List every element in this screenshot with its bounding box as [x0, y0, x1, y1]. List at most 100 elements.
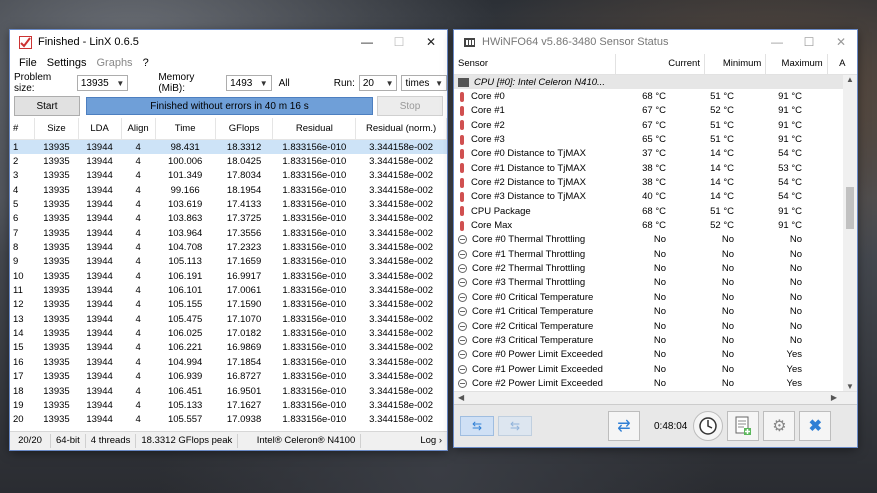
- stop-button[interactable]: Stop: [377, 96, 443, 116]
- col-header[interactable]: Residual (norm.): [355, 118, 447, 140]
- memory-all-label[interactable]: All: [279, 78, 290, 89]
- sensor-row[interactable]: Core #3 Critical Temperature No No No: [454, 333, 857, 347]
- table-row[interactable]: 10 13935 13944 4 106.191 16.9917 1.833156e-010…: [10, 269, 447, 283]
- table-row[interactable]: 13 13935 13944 4 105.475 17.1070 1.833156e-010…: [10, 312, 447, 326]
- sensor-row[interactable]: CPU Package 68 °C 51 °C 91 °C: [454, 204, 857, 218]
- table-row[interactable]: 18 13935 13944 4 106.451 16.9501 1.833156e-010…: [10, 384, 447, 398]
- col-header[interactable]: Residual: [272, 118, 357, 140]
- sensor-row[interactable]: Core #0 Power Limit Exceeded No No Yes: [454, 348, 857, 362]
- run-count-select[interactable]: 20 ▼: [358, 75, 398, 91]
- scrollbar-thumb[interactable]: [846, 187, 854, 229]
- sensor-row[interactable]: Core #1 Distance to TjMAX 38 °C 14 °C 53 °C: [454, 161, 857, 175]
- settings-gear-icon[interactable]: ⚙: [763, 411, 796, 441]
- table-row[interactable]: 11 13935 13944 4 106.101 17.0061 1.833156e-010…: [10, 283, 447, 297]
- sensor-row[interactable]: Core #1 Power Limit Exceeded No No Yes: [454, 362, 857, 376]
- table-row[interactable]: 5 13935 13944 4 103.619 17.4133 1.833156e-010 3…: [10, 197, 447, 211]
- network-sync-icon[interactable]: ⇄: [608, 411, 640, 441]
- table-row[interactable]: 20 13935 13944 4 105.557 17.0938 1.833156e-010…: [10, 413, 447, 427]
- sensor-row[interactable]: Core #2 Thermal Throttling No No No: [454, 261, 857, 275]
- minimize-button[interactable]: —: [761, 30, 793, 54]
- sensor-row[interactable]: Core #2 Power Limit Exceeded No No Yes: [454, 376, 857, 390]
- memory-select[interactable]: 1493 ▼: [226, 75, 272, 91]
- col-header[interactable]: Maximum: [766, 54, 828, 74]
- vertical-scrollbar[interactable]: ▲ ▼: [843, 75, 857, 391]
- close-button[interactable]: ✕: [825, 30, 857, 54]
- table-cell: 13935: [43, 184, 70, 196]
- col-header[interactable]: Size: [34, 118, 79, 140]
- maximize-button[interactable]: ☐: [383, 30, 415, 54]
- sensor-row[interactable]: Core #0 Distance to TjMAX 37 °C 14 °C 54 °C: [454, 147, 857, 161]
- col-header[interactable]: Align: [121, 118, 156, 140]
- col-header[interactable]: LDA: [78, 118, 122, 140]
- sensor-row[interactable]: Core #3 Distance to TjMAX 40 °C 14 °C 54 °C: [454, 190, 857, 204]
- menu-help[interactable]: ?: [138, 57, 154, 69]
- sensor-row[interactable]: Core #2 67 °C 51 °C 91 °C: [454, 118, 857, 132]
- table-row[interactable]: 19 13935 13944 4 105.133 17.1627 1.833156e-010…: [10, 398, 447, 412]
- run-count-value: 20: [362, 77, 374, 89]
- status-bitness: 64-bit: [51, 434, 86, 448]
- linx-titlebar: Finished - LinX 0.6.5 — ☐ ✕: [10, 30, 447, 54]
- sensor-row[interactable]: Core #0 Thermal Throttling No No No: [454, 233, 857, 247]
- sensor-row[interactable]: Core #1 67 °C 52 °C 91 °C: [454, 104, 857, 118]
- sensor-row[interactable]: Core #0 68 °C 51 °C 91 °C: [454, 89, 857, 103]
- col-header[interactable]: A: [828, 54, 857, 74]
- table-row[interactable]: 12 13935 13944 4 105.155 17.1590 1.833156e-010…: [10, 298, 447, 312]
- indicator-icon: [458, 378, 467, 388]
- scroll-up-icon[interactable]: ▲: [843, 75, 857, 84]
- sensor-maximum: No: [789, 248, 802, 260]
- table-row[interactable]: 2 13935 13944 4 100.006 18.0425 1.833156e-010 3…: [10, 154, 447, 168]
- table-row[interactable]: 4 13935 13944 4 99.166 18.1954 1.833156e-010 3.…: [10, 183, 447, 197]
- start-button[interactable]: Start: [14, 96, 80, 116]
- sensor-row[interactable]: Core #3 Thermal Throttling No No No: [454, 276, 857, 290]
- menu-file[interactable]: File: [14, 57, 42, 69]
- thermometer-icon: [460, 206, 464, 217]
- collapse-arrows-icon[interactable]: ⇆: [498, 416, 532, 436]
- scroll-down-icon[interactable]: ▼: [843, 382, 857, 391]
- table-row[interactable]: 1 13935 13944 4 98.431 18.3312 1.833156e-010 3.…: [10, 139, 447, 155]
- scroll-right-icon[interactable]: ▶: [831, 393, 837, 402]
- col-header[interactable]: Current: [613, 54, 705, 74]
- table-cell: 1.833156e-010: [282, 414, 347, 426]
- table-row[interactable]: 7 13935 13944 4 103.964 17.3556 1.833156e-010 3…: [10, 226, 447, 240]
- clock-icon[interactable]: [693, 411, 724, 441]
- table-row[interactable]: 9 13935 13944 4 105.113 17.1659 1.833156e-010 3…: [10, 255, 447, 269]
- col-header[interactable]: Minimum: [705, 54, 767, 74]
- menu-settings[interactable]: Settings: [42, 57, 92, 69]
- close-x-icon[interactable]: ✖: [799, 411, 832, 441]
- run-unit-select[interactable]: times ▼: [401, 75, 448, 91]
- problem-size-select[interactable]: 13935 ▼: [76, 75, 129, 91]
- table-row[interactable]: 16 13935 13944 4 104.994 17.1854 1.833156e-010…: [10, 355, 447, 369]
- sensor-row[interactable]: Core Max 68 °C 52 °C 91 °C: [454, 218, 857, 232]
- log-button[interactable]: Log ›: [415, 434, 447, 448]
- table-row[interactable]: 17 13935 13944 4 106.939 16.8727 1.833156e-010…: [10, 370, 447, 384]
- maximize-button[interactable]: ☐: [793, 30, 825, 54]
- scroll-left-icon[interactable]: ◀: [458, 393, 464, 402]
- table-cell: 106.191: [167, 270, 203, 282]
- status-peak: 18.3312 GFlops peak: [136, 434, 239, 448]
- sensor-row[interactable]: Core #0 Critical Temperature No No No: [454, 290, 857, 304]
- col-header[interactable]: Sensor: [454, 54, 616, 74]
- report-add-icon[interactable]: [727, 411, 760, 441]
- menu-graphs[interactable]: Graphs: [91, 57, 137, 69]
- sensor-row[interactable]: Core #2 Distance to TjMAX 38 °C 14 °C 54 °C: [454, 175, 857, 189]
- close-button[interactable]: ✕: [415, 30, 447, 54]
- sensor-minimum: No: [721, 306, 734, 318]
- sensor-row[interactable]: Core #1 Critical Temperature No No No: [454, 305, 857, 319]
- sensor-row[interactable]: Core #3 65 °C 51 °C 91 °C: [454, 132, 857, 146]
- sensor-group-row[interactable]: CPU [#0]: Intel Celeron N410...: [454, 75, 857, 90]
- table-cell: 1.833156e-010: [282, 385, 347, 397]
- expand-arrows-icon[interactable]: ⇆: [460, 416, 494, 436]
- col-header[interactable]: GFlops: [215, 118, 274, 140]
- sensor-row[interactable]: Core #2 Critical Temperature No No No: [454, 319, 857, 333]
- table-row[interactable]: 6 13935 13944 4 103.863 17.3725 1.833156e-010 3…: [10, 212, 447, 226]
- table-row[interactable]: 14 13935 13944 4 106.025 17.0182 1.833156e-010…: [10, 326, 447, 340]
- table-row[interactable]: 15 13935 13944 4 106.221 16.9869 1.833156e-010…: [10, 341, 447, 355]
- col-header[interactable]: Time: [155, 118, 216, 140]
- table-cell: 17.1070: [226, 313, 262, 325]
- minimize-button[interactable]: —: [351, 30, 383, 54]
- table-row[interactable]: 3 13935 13944 4 101.349 17.8034 1.833156e-010 3…: [10, 169, 447, 183]
- sensor-row[interactable]: Core #1 Thermal Throttling No No No: [454, 247, 857, 261]
- col-header[interactable]: #: [10, 118, 36, 140]
- table-row[interactable]: 8 13935 13944 4 104.708 17.2323 1.833156e-010 3…: [10, 240, 447, 254]
- table-cell: 1.833156e-010: [282, 184, 347, 196]
